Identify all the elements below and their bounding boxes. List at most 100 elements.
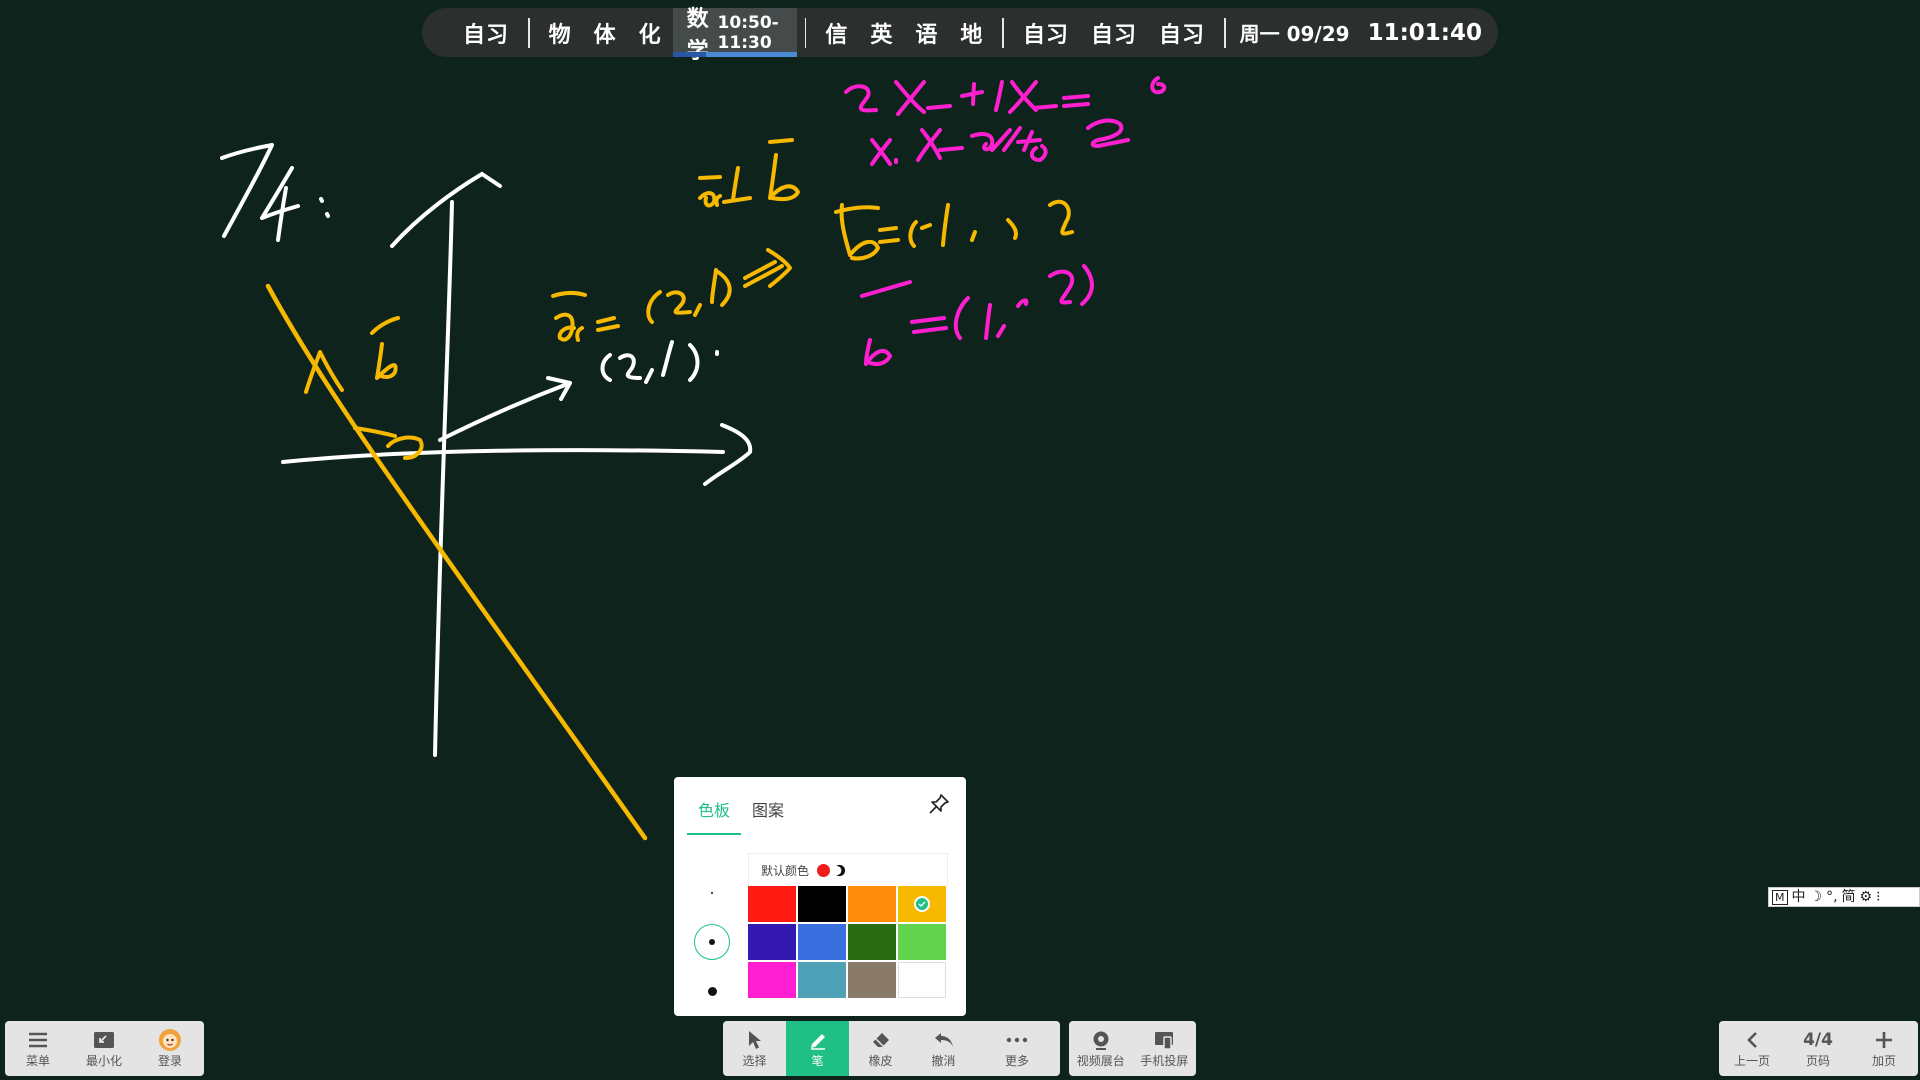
color-swatch[interactable] [748,886,796,922]
ink-x-axis-arrow [703,423,753,486]
prev-page-label: 上一页 [1733,1054,1770,1068]
size-dot-icon [707,986,717,996]
ink-white [220,143,753,757]
ink-line-l [265,283,648,841]
default-color-row[interactable]: 默认颜色 [748,853,948,886]
pen-size-large[interactable] [694,973,730,1009]
ime-mode-indicator[interactable]: M [1772,889,1788,905]
page-number-button[interactable]: 4/4 页码 [1785,1021,1851,1076]
page-number-value: 4/4 [1803,1030,1833,1050]
ink-b-vec-magenta [860,280,912,366]
color-swatch[interactable] [798,962,846,998]
plus-icon [1875,1028,1893,1052]
color-swatch[interactable] [898,962,946,998]
select-tool-button[interactable]: 选择 [723,1021,786,1076]
pen-size-medium[interactable] [694,924,730,960]
ime-chinese-toggle[interactable]: 中 [1792,888,1806,906]
login-button[interactable]: 登录 [137,1021,203,1076]
red-dot-icon [817,863,831,877]
ink-letter-b [375,342,398,380]
checkmark-icon [914,896,930,912]
add-page-label: 加页 [1871,1054,1896,1068]
ink-b-equals [834,199,1074,261]
ink-equals-21-arrow [596,248,792,332]
ink-a-perp-b [698,138,800,208]
phone-cast-button[interactable]: 手机投屏 [1133,1021,1197,1076]
ink-eq-line1 [844,76,1167,116]
pin-icon[interactable] [928,793,950,819]
ink-colon [319,197,330,218]
ime-status-bar[interactable]: M 中 ☽ °, 简 ⚙ ⁝ [1768,887,1920,907]
color-swatch[interactable] [848,962,896,998]
select-label: 选择 [742,1054,767,1068]
color-swatch[interactable] [898,886,946,922]
phone-cast-label: 手机投屏 [1140,1054,1189,1068]
video-booth-button[interactable]: 视频展台 [1069,1021,1133,1076]
palette-tabs: 色板 图案 [687,789,795,835]
tab-color-board[interactable]: 色板 [687,789,742,835]
ink-y-axis-arrow [390,172,502,248]
cursor-icon [746,1028,764,1052]
color-swatch[interactable] [748,924,796,960]
toolbar-media: 视频展台 手机投屏 [1069,1021,1196,1076]
avatar-icon [158,1028,182,1052]
ink-b-equals-magenta [910,264,1094,340]
pen-icon [808,1028,828,1052]
eraser-tool-button[interactable]: 橡皮 [849,1021,912,1076]
tab-pattern[interactable]: 图案 [741,789,795,835]
ink-vector-b-arrow [304,316,400,394]
more-icon [1006,1028,1028,1052]
swatch-grid [748,886,948,998]
ink-y-axis [433,200,454,757]
minimize-label: 最小化 [85,1054,122,1068]
minimize-button[interactable]: 最小化 [71,1021,137,1076]
size-dot-icon [711,892,713,894]
ink-magenta [844,76,1167,366]
ime-halfwidth-moon-icon[interactable]: ☽ [1810,888,1823,906]
color-swatch[interactable] [748,962,796,998]
video-booth-label: 视频展台 [1076,1054,1125,1068]
ink-number-14 [220,143,300,242]
ink-vector-a [438,376,572,442]
ime-more-icon[interactable]: ⁝ [1876,888,1880,906]
camera-icon [1091,1028,1111,1052]
phone-cast-icon [1153,1028,1175,1052]
color-swatch[interactable] [798,924,846,960]
ink-x-axis [281,448,725,464]
login-label: 登录 [157,1054,182,1068]
eraser-label: 橡皮 [868,1054,893,1068]
ink-yellow [265,138,1074,841]
minimize-icon [93,1028,115,1052]
color-swatch[interactable] [798,886,846,922]
more-button[interactable]: 更多 [975,1021,1059,1076]
eraser-icon [870,1028,892,1052]
color-swatch[interactable] [848,924,896,960]
add-page-button[interactable]: 加页 [1851,1021,1917,1076]
ink-a-vec [554,312,584,342]
undo-label: 撤消 [931,1054,956,1068]
undo-icon [933,1028,955,1052]
color-swatch[interactable] [898,924,946,960]
toolbar-left: 菜单 最小化 登录 [5,1021,204,1076]
ink-a-overline [551,290,587,298]
menu-label: 菜单 [25,1054,50,1068]
size-dot-icon [709,939,715,945]
color-palette-popup: 色板 图案 默认颜色 [674,777,966,1016]
page-number-label: 页码 [1805,1054,1830,1068]
ime-settings-gear-icon[interactable]: ⚙ [1860,888,1873,906]
pen-tool-button[interactable]: 笔 [786,1021,849,1076]
undo-button[interactable]: 撤消 [912,1021,975,1076]
default-color-label: 默认颜色 [761,863,810,878]
menu-button[interactable]: 菜单 [5,1021,71,1076]
ink-text-21 [600,340,719,384]
toolbar-pages: 上一页 4/4 页码 加页 [1719,1021,1918,1076]
ime-punctuation-toggle[interactable]: °, [1826,888,1837,906]
ime-simplified-toggle[interactable]: 简 [1842,888,1856,906]
pen-size-small[interactable] [694,875,730,911]
ink-eq-line2 [870,118,1130,166]
prev-page-button[interactable]: 上一页 [1719,1021,1785,1076]
moon-icon [833,864,846,876]
pen-label: 笔 [811,1054,824,1068]
color-swatch[interactable] [848,886,896,922]
menu-icon [28,1028,48,1052]
